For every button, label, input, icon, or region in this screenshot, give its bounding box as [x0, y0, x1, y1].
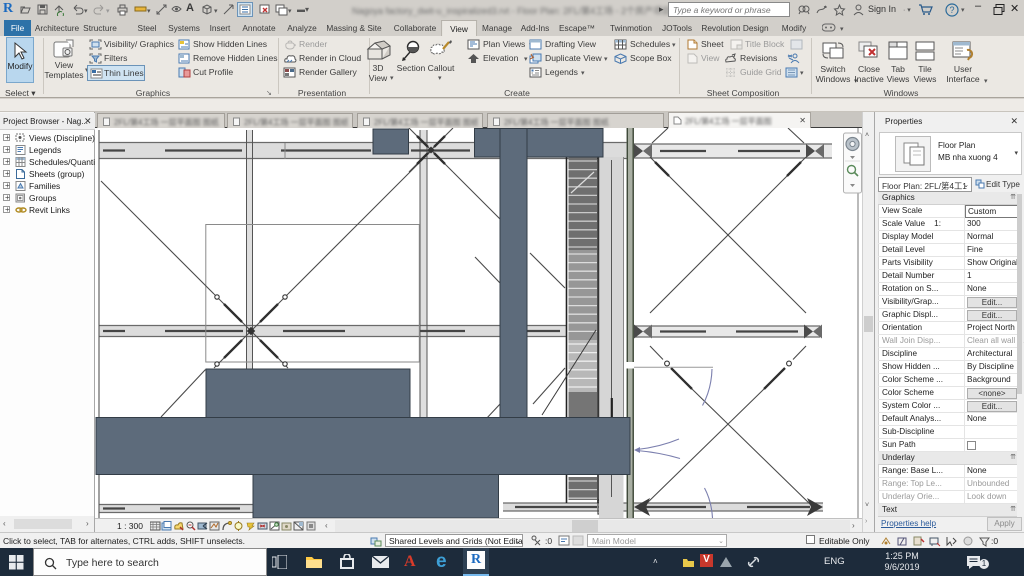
svg-text:?: ?	[950, 5, 955, 15]
